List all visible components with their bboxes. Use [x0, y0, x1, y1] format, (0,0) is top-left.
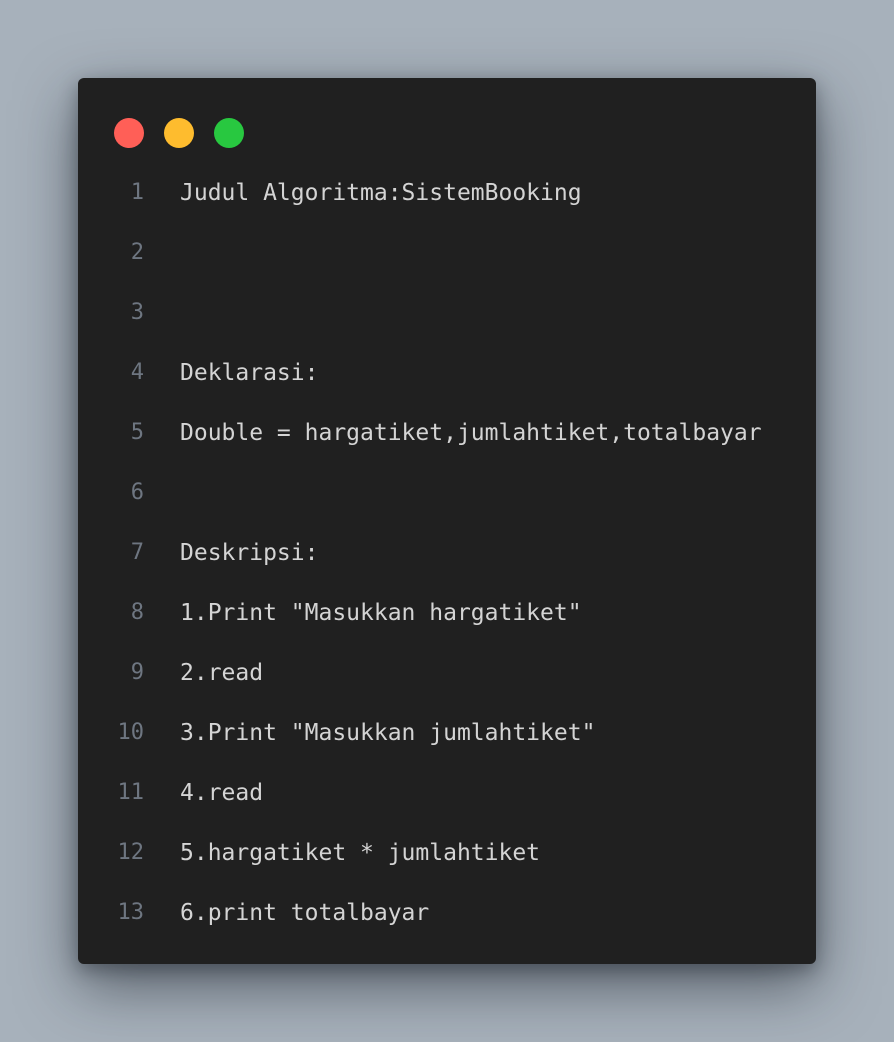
code-block: 1 Judul Algoritma:SistemBooking 2 3 4 De…	[78, 163, 816, 943]
line-number: 8	[130, 600, 144, 625]
code-window: 1 Judul Algoritma:SistemBooking 2 3 4 De…	[78, 78, 816, 964]
maximize-dot-icon[interactable]	[214, 118, 244, 148]
line-text: Deskripsi:	[180, 540, 319, 566]
line-text: 5.hargatiket * jumlahtiket	[180, 840, 541, 866]
code-line: 7 Deskripsi:	[78, 523, 816, 583]
minimize-dot-icon[interactable]	[164, 118, 194, 148]
line-number: 4	[130, 360, 144, 385]
line-number: 3	[130, 300, 144, 325]
code-line: 2	[78, 223, 816, 283]
line-number: 1	[130, 180, 144, 205]
line-text: 4.read	[180, 780, 264, 806]
line-number: 5	[130, 420, 144, 445]
line-number: 9	[130, 660, 144, 685]
line-number: 12	[117, 840, 145, 865]
code-line: 4 Deklarasi:	[78, 343, 816, 403]
code-line: 1 Judul Algoritma:SistemBooking	[78, 163, 816, 223]
line-text: Judul Algoritma:SistemBooking	[180, 180, 582, 206]
line-text: Deklarasi:	[180, 360, 319, 386]
line-number: 6	[130, 480, 144, 505]
code-line: 9 2.read	[78, 643, 816, 703]
line-text: 6.print totalbayar	[180, 900, 430, 926]
code-line: 6	[78, 463, 816, 523]
close-dot-icon[interactable]	[114, 118, 144, 148]
line-text: Double = hargatiket,jumlahtiket,totalbay…	[180, 420, 762, 446]
code-line: 12 5.hargatiket * jumlahtiket	[78, 823, 816, 883]
line-text: 3.Print "Masukkan jumlahtiket"	[180, 720, 596, 746]
line-number: 2	[130, 240, 144, 265]
code-line: 13 6.print totalbayar	[78, 883, 816, 943]
line-number: 7	[130, 540, 144, 565]
line-number: 10	[117, 720, 145, 745]
code-line: 10 3.Print "Masukkan jumlahtiket"	[78, 703, 816, 763]
line-number: 13	[117, 900, 145, 925]
line-text: 1.Print "Masukkan hargatiket"	[180, 600, 582, 626]
line-text: 2.read	[180, 660, 264, 686]
code-line: 3	[78, 283, 816, 343]
line-number: 11	[117, 780, 145, 805]
code-line: 8 1.Print "Masukkan hargatiket"	[78, 583, 816, 643]
code-line: 5 Double = hargatiket,jumlahtiket,totalb…	[78, 403, 816, 463]
code-line: 11 4.read	[78, 763, 816, 823]
